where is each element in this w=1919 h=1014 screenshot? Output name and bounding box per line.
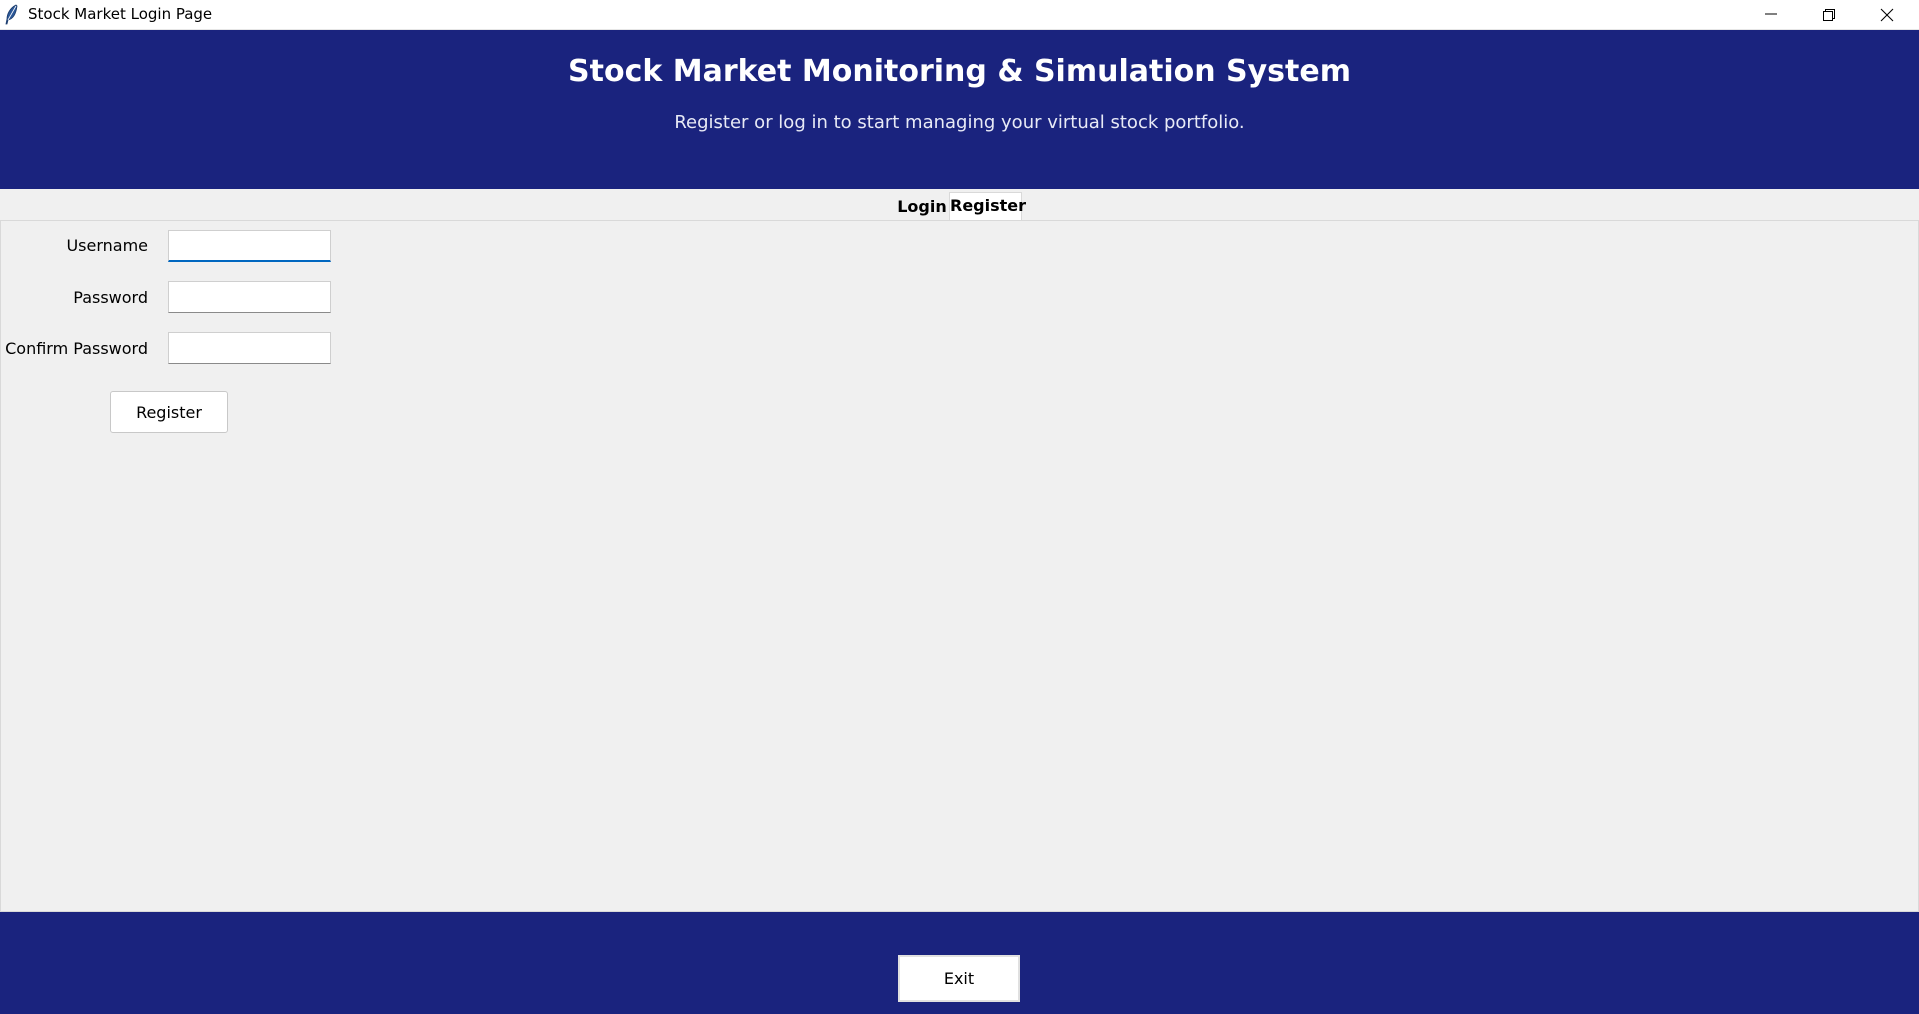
restore-button[interactable] [1800,0,1858,29]
page-subtitle: Register or log in to start managing you… [674,112,1245,133]
restore-icon [1823,9,1835,21]
confirm-password-input[interactable] [168,332,331,364]
window-title: Stock Market Login Page [28,5,213,23]
minimize-icon [1765,13,1777,15]
feather-icon [4,4,20,25]
window-titlebar: Stock Market Login Page [0,0,1919,30]
tab-login[interactable]: Login [897,196,947,220]
register-panel [0,220,1919,912]
confirm-password-label: Confirm Password [5,339,148,358]
username-label: Username [66,236,148,255]
exit-button[interactable]: Exit [898,955,1020,1002]
tab-register[interactable]: Register [949,192,1026,220]
username-input[interactable] [168,230,331,262]
header-banner: Stock Market Monitoring & Simulation Sys… [0,30,1919,189]
password-label: Password [73,288,148,307]
close-icon [1880,8,1894,22]
minimize-button[interactable] [1742,0,1800,29]
register-button[interactable]: Register [110,391,228,433]
close-button[interactable] [1858,0,1916,29]
page-title: Stock Market Monitoring & Simulation Sys… [568,54,1351,89]
password-input[interactable] [168,281,331,313]
